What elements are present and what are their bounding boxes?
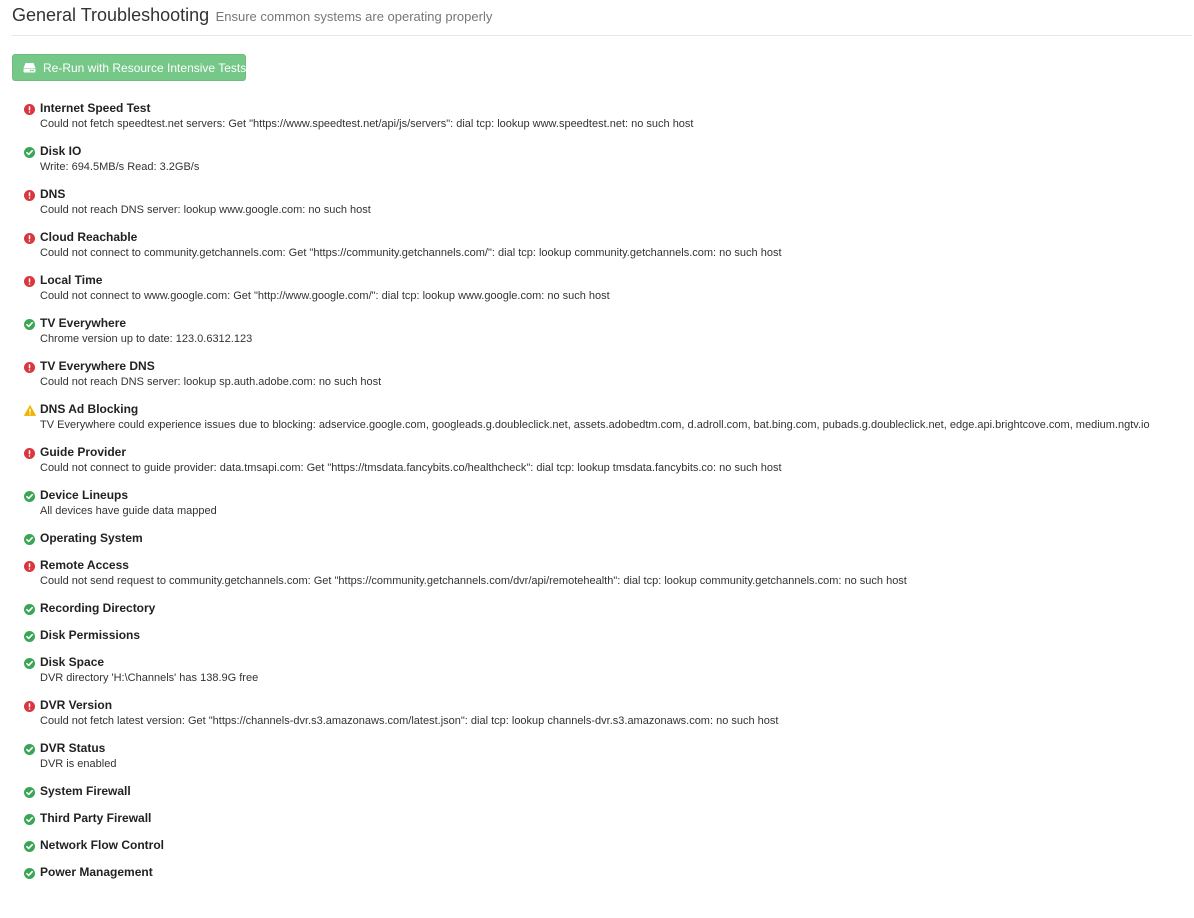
check-circle-icon: [24, 629, 35, 642]
check-name: TV Everywhere DNS: [40, 359, 155, 373]
check-circle-icon: [24, 839, 35, 852]
check-name: Local Time: [40, 273, 103, 287]
check-item: DVR Status DVR is enabled: [24, 740, 1184, 772]
check-detail: Could not connect to guide provider: dat…: [40, 462, 782, 474]
check-name: Network Flow Control: [40, 838, 164, 852]
check-name: Third Party Firewall: [40, 811, 152, 825]
check-item: System Firewall: [24, 783, 1184, 799]
check-detail: Could not reach DNS server: lookup www.g…: [40, 204, 371, 216]
check-name: TV Everywhere: [40, 316, 127, 330]
check-item: Remote Access Could not send request to c…: [24, 557, 1184, 589]
check-name: DNS: [40, 187, 66, 201]
check-detail: DVR directory 'H:\Channels' has 138.9G f…: [40, 672, 259, 684]
check-item: Recording Directory: [24, 600, 1184, 616]
check-item: Third Party Firewall: [24, 810, 1184, 826]
check-item: Local Time Could not connect to www.googl…: [24, 272, 1184, 304]
check-name: Disk Permissions: [40, 628, 141, 642]
check-item: Network Flow Control: [24, 837, 1184, 853]
check-detail: Chrome version up to date: 123.0.6312.12…: [40, 333, 253, 345]
check-circle-icon: [24, 145, 35, 158]
rerun-tests-label: Re-Run with Resource Intensive Tests: [43, 60, 247, 75]
error-circle-icon: [24, 360, 35, 373]
check-item: DNS Could not reach DNS server: lookup ww…: [24, 186, 1184, 218]
check-item: Guide Provider Could not connect to guide…: [24, 444, 1184, 476]
check-name: Guide Provider: [40, 445, 127, 459]
check-name: Recording Directory: [40, 601, 156, 615]
check-item: DNS Ad Blocking TV Everywhere could exper…: [24, 401, 1184, 433]
check-item: DVR Version Could not fetch latest versio…: [24, 697, 1184, 729]
check-circle-icon: [24, 602, 35, 615]
check-detail: All devices have guide data mapped: [40, 505, 217, 517]
check-detail: Could not connect to community.getchanne…: [40, 247, 782, 259]
error-circle-icon: [24, 102, 35, 115]
check-name: Internet Speed Test: [40, 101, 151, 115]
check-name: Operating System: [40, 531, 143, 545]
error-circle-icon: [24, 446, 35, 459]
check-circle-icon: [24, 866, 35, 879]
rerun-tests-button[interactable]: Re-Run with Resource Intensive Tests: [12, 54, 246, 81]
check-item: Operating System: [24, 530, 1184, 546]
check-item: Disk IO Write: 694.5MB/s Read: 3.2GB/s: [24, 143, 1184, 175]
check-name: System Firewall: [40, 784, 131, 798]
check-detail: Could not send request to community.getc…: [40, 575, 907, 587]
error-circle-icon: [24, 274, 35, 287]
check-detail: Write: 694.5MB/s Read: 3.2GB/s: [40, 161, 200, 173]
check-name: DVR Status: [40, 741, 106, 755]
check-detail: Could not fetch speedtest.net servers: G…: [40, 118, 694, 130]
check-circle-icon: [24, 489, 35, 502]
check-name: DVR Version: [40, 698, 113, 712]
page-header: General Troubleshooting Ensure common sy…: [12, 4, 1192, 36]
check-item: Device Lineups All devices have guide dat…: [24, 487, 1184, 519]
check-circle-icon: [24, 742, 35, 755]
check-circle-icon: [24, 785, 35, 798]
check-item: Power Management: [24, 864, 1184, 880]
check-detail: DVR is enabled: [40, 758, 117, 770]
check-item: TV Everywhere Chrome version up to date: …: [24, 315, 1184, 347]
check-item: Cloud Reachable Could not connect to comm…: [24, 229, 1184, 261]
check-name: Disk Space: [40, 655, 105, 669]
check-circle-icon: [24, 317, 35, 330]
check-detail: Could not reach DNS server: lookup sp.au…: [40, 376, 382, 388]
error-circle-icon: [24, 231, 35, 244]
error-circle-icon: [24, 699, 35, 712]
error-circle-icon: [24, 559, 35, 572]
check-circle-icon: [24, 812, 35, 825]
check-name: Remote Access: [40, 558, 129, 572]
check-circle-icon: [24, 532, 35, 545]
check-name: DNS Ad Blocking: [40, 402, 139, 416]
check-item: Internet Speed Test Could not fetch speed…: [24, 100, 1184, 132]
check-detail: TV Everywhere could experience issues du…: [40, 419, 1150, 431]
check-item: Disk Permissions: [24, 627, 1184, 643]
check-circle-icon: [24, 656, 35, 669]
check-detail: Could not fetch latest version: Get "htt…: [40, 715, 779, 727]
check-name: Disk IO: [40, 144, 82, 158]
page-subtitle: Ensure common systems are operating prop…: [215, 9, 493, 24]
warning-triangle-icon: [24, 403, 36, 416]
page-title: General Troubleshooting: [12, 5, 210, 25]
error-circle-icon: [24, 188, 35, 201]
hard-drive-icon: [23, 62, 36, 73]
check-name: Power Management: [40, 865, 153, 879]
check-item: Disk Space DVR directory 'H:\Channels' ha…: [24, 654, 1184, 686]
check-detail: Could not connect to www.google.com: Get…: [40, 290, 610, 302]
check-item: TV Everywhere DNS Could not reach DNS ser…: [24, 358, 1184, 390]
check-name: Device Lineups: [40, 488, 129, 502]
check-name: Cloud Reachable: [40, 230, 138, 244]
check-list: Internet Speed Test Could not fetch speed…: [24, 100, 1184, 891]
